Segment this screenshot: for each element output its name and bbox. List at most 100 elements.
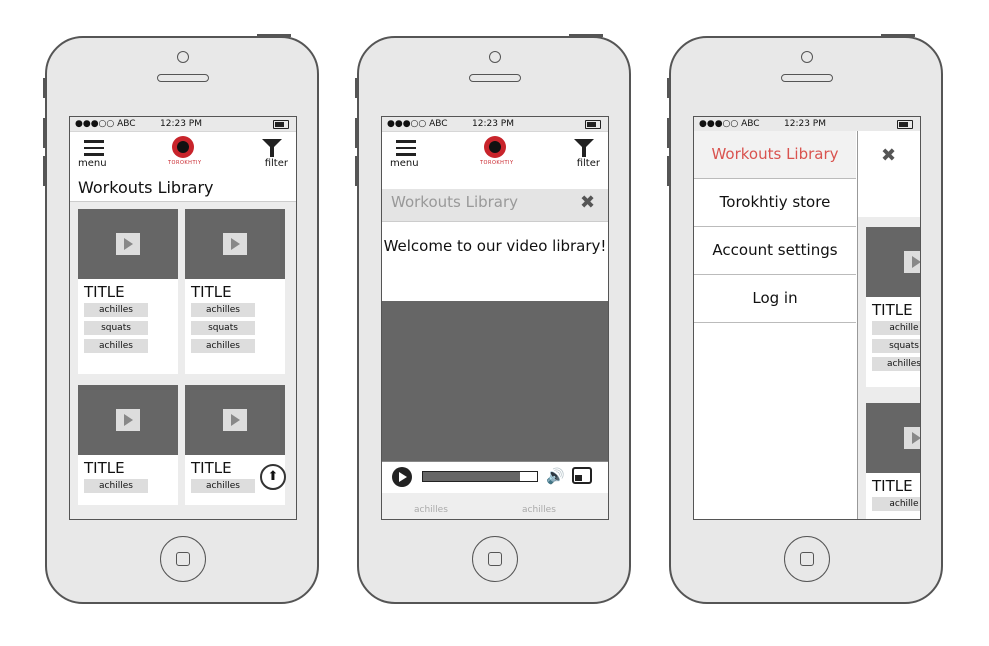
volume-down-button xyxy=(667,156,670,186)
tag[interactable]: achilles xyxy=(84,479,148,493)
play-icon[interactable] xyxy=(223,409,247,431)
tag[interactable]: achille xyxy=(872,497,920,511)
volume-up-button xyxy=(667,118,670,148)
workout-card[interactable]: TITLE achilles squats achilles xyxy=(78,209,178,374)
close-icon[interactable]: ✖ xyxy=(881,145,896,166)
carrier-signal: ●●●○○ ABC xyxy=(699,119,760,129)
volume-up-button xyxy=(355,118,358,148)
volume-down-button xyxy=(355,156,358,186)
background-content: ✖ TITLE achille squats achilles TITLE ac… xyxy=(857,131,920,519)
screen: ●●●○○ ABC 12:23 PM menu TOROKHTIY filter… xyxy=(69,116,297,520)
battery-icon xyxy=(585,120,601,129)
workout-card[interactable]: TITLE achilles xyxy=(78,385,178,505)
page-title: Workouts Library xyxy=(391,193,519,211)
phone-frame-video: ●●●○○ ABC 12:23 PM menu TOROKHTIY filter… xyxy=(355,34,631,604)
card-title: TITLE xyxy=(84,459,125,477)
home-button xyxy=(784,536,830,582)
mute-switch xyxy=(43,78,46,98)
tag[interactable]: achille xyxy=(872,321,920,335)
camera-icon xyxy=(177,51,189,63)
volume-up-button xyxy=(43,118,46,148)
tag: achilles xyxy=(414,505,448,515)
drawer-item-log-in[interactable]: Log in xyxy=(694,275,856,323)
carrier-signal: ●●●○○ ABC xyxy=(75,119,136,129)
card-title: TITLE xyxy=(84,283,125,301)
mute-switch xyxy=(667,78,670,98)
dimmed-content: achilles achilles xyxy=(382,493,608,519)
volume-down-button xyxy=(43,156,46,186)
play-icon[interactable] xyxy=(392,467,412,487)
tag[interactable]: achilles xyxy=(84,339,148,353)
progress-bar[interactable] xyxy=(422,471,538,482)
progress-fill xyxy=(423,472,520,481)
app-header: menu TOROKHTIY filter xyxy=(382,132,608,172)
filter-icon[interactable] xyxy=(574,139,594,157)
workout-card[interactable]: TITLE achille xyxy=(866,403,920,519)
menu-icon[interactable] xyxy=(84,140,104,160)
workout-card[interactable]: TITLE achilles squats achilles xyxy=(185,209,285,374)
video-thumbnail[interactable] xyxy=(185,209,285,279)
overlay-title-bar: Workouts Library ✖ xyxy=(382,189,608,221)
app-header: menu TOROKHTIY filter xyxy=(70,132,296,172)
fullscreen-icon[interactable] xyxy=(572,467,592,484)
welcome-message: Welcome to our video library! xyxy=(382,221,608,301)
phone-frame-menu: ●●●○○ ABC 12:23 PM ✖ TITLE achille squat… xyxy=(667,34,943,604)
speaker-grille xyxy=(157,74,209,82)
drawer-item-workouts-library[interactable]: Workouts Library xyxy=(694,131,856,179)
play-icon[interactable] xyxy=(223,233,247,255)
status-time: 12:23 PM xyxy=(784,119,826,129)
tag[interactable]: achilles xyxy=(84,303,148,317)
tag[interactable]: achilles xyxy=(191,303,255,317)
video-thumbnail[interactable] xyxy=(866,227,920,297)
brand-logo: TOROKHTIY xyxy=(480,136,513,166)
tag[interactable]: squats xyxy=(84,321,148,335)
workout-grid: TITLE achilles squats achilles TITLE ach… xyxy=(70,202,296,519)
filter-label[interactable]: filter xyxy=(265,158,288,169)
tag[interactable]: achilles xyxy=(191,479,255,493)
scroll-top-icon[interactable]: ⬆ xyxy=(260,464,286,490)
speaker-grille xyxy=(781,74,833,82)
menu-icon[interactable] xyxy=(396,140,416,160)
screen: ●●●○○ ABC 12:23 PM ✖ TITLE achille squat… xyxy=(693,116,921,520)
speaker-grille xyxy=(469,74,521,82)
card-title: TITLE xyxy=(872,301,913,319)
volume-icon[interactable]: 🔊 xyxy=(546,467,565,485)
card-title: TITLE xyxy=(872,477,913,495)
status-time: 12:23 PM xyxy=(160,119,202,129)
workout-card[interactable]: TITLE achille squats achilles xyxy=(866,227,920,387)
video-controls: 🔊 xyxy=(382,461,608,494)
drawer-item-store[interactable]: Torokhtiy store xyxy=(694,179,856,227)
battery-icon xyxy=(273,120,289,129)
tag[interactable]: squats xyxy=(872,339,920,353)
menu-label[interactable]: menu xyxy=(78,158,107,169)
filter-label[interactable]: filter xyxy=(577,158,600,169)
tag[interactable]: achilles xyxy=(872,357,920,371)
tag: achilles xyxy=(522,505,556,515)
filter-icon[interactable] xyxy=(262,139,282,157)
nav-drawer: Workouts Library Torokhtiy store Account… xyxy=(694,131,858,519)
status-bar: ●●●○○ ABC 12:23 PM xyxy=(694,117,920,132)
power-button xyxy=(257,34,291,37)
play-icon[interactable] xyxy=(904,427,920,449)
play-icon[interactable] xyxy=(904,251,920,273)
video-thumbnail[interactable] xyxy=(866,403,920,473)
power-button xyxy=(881,34,915,37)
status-bar: ●●●○○ ABC 12:23 PM xyxy=(70,117,296,132)
battery-icon xyxy=(897,120,913,129)
play-icon[interactable] xyxy=(116,233,140,255)
status-bar: ●●●○○ ABC 12:23 PM xyxy=(382,117,608,132)
tag[interactable]: achilles xyxy=(191,339,255,353)
close-icon[interactable]: ✖ xyxy=(580,192,595,213)
mute-switch xyxy=(355,78,358,98)
video-thumbnail[interactable] xyxy=(78,209,178,279)
screen: ●●●○○ ABC 12:23 PM menu TOROKHTIY filter… xyxy=(381,116,609,520)
tag[interactable]: squats xyxy=(191,321,255,335)
play-icon[interactable] xyxy=(116,409,140,431)
camera-icon xyxy=(489,51,501,63)
video-player[interactable] xyxy=(382,301,608,461)
drawer-item-account-settings[interactable]: Account settings xyxy=(694,227,856,275)
power-button xyxy=(569,34,603,37)
video-thumbnail[interactable] xyxy=(78,385,178,455)
menu-label[interactable]: menu xyxy=(390,158,419,169)
video-thumbnail[interactable] xyxy=(185,385,285,455)
